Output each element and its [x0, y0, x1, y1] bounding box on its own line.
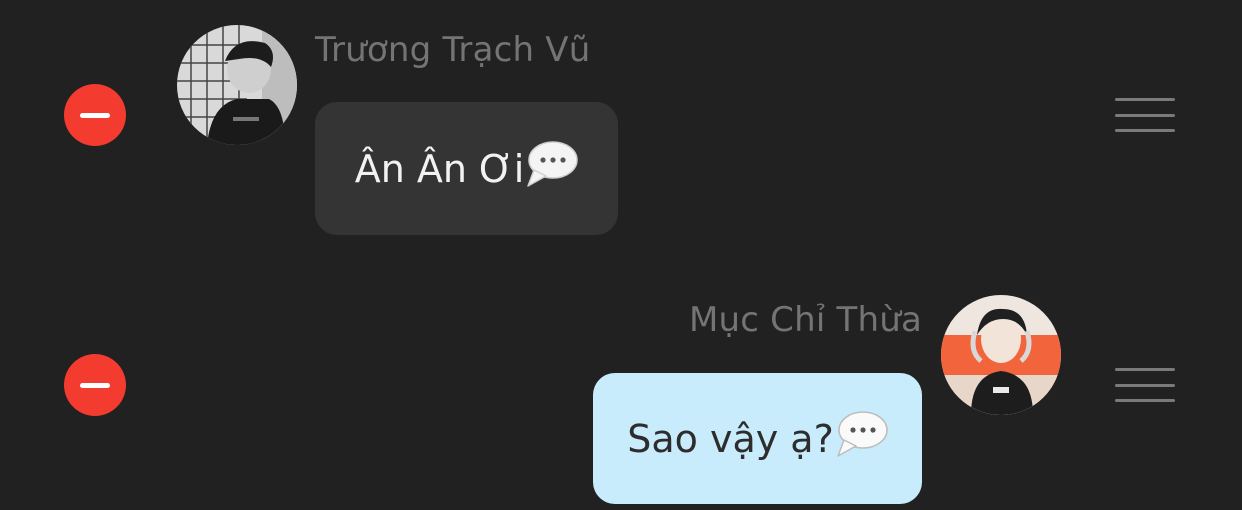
minus-icon — [80, 112, 110, 118]
avatar-sender-2 — [941, 295, 1061, 415]
minus-icon — [80, 382, 110, 388]
delete-message-button[interactable] — [64, 84, 126, 146]
message-bubble-incoming[interactable]: Ân Ân Ơi — [315, 102, 618, 235]
message-text: Ân Ân Ơi — [354, 146, 525, 191]
chat-edit-list: Trương Trạch Vũ Ân Ân Ơi Mục Chỉ Thừa Sa… — [0, 0, 1242, 510]
avatar-sender-1 — [177, 25, 297, 145]
drag-handle-icon[interactable] — [1115, 98, 1175, 132]
message-text: Sao vậy ạ? — [627, 416, 834, 461]
sender-name: Mục Chỉ Thừa — [688, 300, 922, 340]
delete-message-button[interactable] — [64, 354, 126, 416]
drag-handle-icon[interactable] — [1115, 368, 1175, 402]
speech-balloon-icon — [836, 410, 888, 467]
message-bubble-outgoing[interactable]: Sao vậy ạ? — [593, 373, 922, 504]
sender-name: Trương Trạch Vũ — [315, 30, 591, 70]
speech-balloon-icon — [526, 140, 579, 197]
